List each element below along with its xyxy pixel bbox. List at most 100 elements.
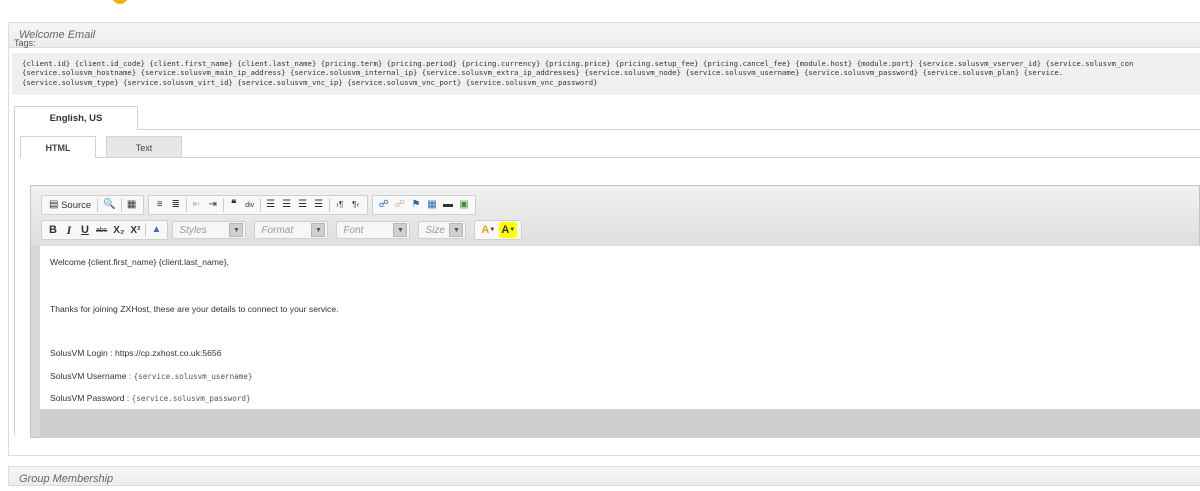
ltr-icon: ›¶ [336, 200, 344, 209]
chevron-down-icon: ▼ [509, 227, 516, 233]
username-tag: {service.solusvm_username} [133, 372, 253, 381]
chevron-down-icon: ▼ [393, 223, 408, 237]
size-combo[interactable]: Size ▼ [418, 221, 467, 239]
outdent-icon: ⇤ [192, 199, 201, 210]
toolbar-separator [222, 198, 224, 212]
superscript-button[interactable]: X² [128, 222, 142, 238]
text-color-label: A [481, 224, 490, 236]
toolbar-row-2: B I U abc X₂ X² ▲ Styles ▼ Format ▼ Font… [41, 220, 526, 240]
link-icon: ☍ [378, 199, 389, 210]
welcome-email-header: Welcome Email [9, 23, 1200, 48]
background-color-label: A [501, 224, 510, 236]
anchor-flag-icon: ⚑ [411, 199, 421, 210]
editor-toolbar: ▤ Source 🔍 ▦ ≡ ≣ ⇤ ⇥ ❝ div ☰ ☰ ☰ ☰ ›¶ ¶‹… [31, 186, 1199, 246]
toolbar-group-colors: A ▼ A ▼ [474, 220, 523, 240]
tab-english-us[interactable]: English, US [14, 106, 138, 130]
editor-content-area[interactable]: Welcome {client.first_name} {client.last… [40, 246, 1200, 409]
align-left-icon: ☰ [266, 199, 276, 210]
rtl-button[interactable]: ¶‹ [349, 197, 363, 213]
align-center-button[interactable]: ☰ [280, 197, 294, 213]
font-combo[interactable]: Font ▼ [336, 221, 411, 239]
unlink-button[interactable]: ☍ [393, 197, 407, 213]
templates-button[interactable]: ▦ [125, 197, 139, 213]
username-label: SolusVM Username : [50, 371, 134, 381]
toolbar-group-links: ☍ ☍ ⚑ ▦ ▬ ▣ [371, 195, 476, 215]
source-doc-icon: ▤ [49, 199, 59, 210]
password-tag: {service.solusvm_password} [131, 394, 251, 403]
chevron-down-icon: ▼ [489, 227, 496, 233]
format-combo[interactable]: Format ▼ [254, 221, 329, 239]
mode-tab-divider [96, 157, 1200, 158]
image-icon: ▣ [459, 199, 469, 210]
table-button[interactable]: ▦ [425, 197, 439, 213]
create-div-icon: div [245, 201, 255, 209]
source-button[interactable]: ▤ Source [46, 197, 94, 213]
editor-line-username: SolusVM Username : {service.solusvm_user… [50, 371, 252, 381]
horizontal-rule-button[interactable]: ▬ [441, 197, 455, 213]
chevron-down-icon: ▼ [311, 223, 326, 237]
indent-button[interactable]: ⇥ [206, 197, 220, 213]
tags-line: {service.solusvm_hostname} {service.solu… [22, 68, 1064, 78]
bulleted-list-button[interactable]: ≣ [169, 197, 183, 213]
toolbar-separator [328, 198, 330, 212]
toolbar-group-document: ▤ Source 🔍 ▦ [41, 195, 144, 215]
tags-line: {client.id} {client.id_code} {client.fir… [22, 59, 1134, 68]
numbered-list-icon: ≡ [156, 199, 163, 210]
styles-combo[interactable]: Styles ▼ [172, 221, 247, 239]
italic-button[interactable]: I [62, 222, 76, 238]
rich-text-editor: ▤ Source 🔍 ▦ ≡ ≣ ⇤ ⇥ ❝ div ☰ ☰ ☰ ☰ ›¶ ¶‹… [30, 185, 1200, 438]
justify-button[interactable]: ☰ [312, 197, 326, 213]
logo-fragment-icon [112, 0, 128, 4]
table-icon: ▦ [427, 199, 437, 210]
editor-line-thanks: Thanks for joining ZXHost, these are you… [50, 304, 339, 314]
indent-icon: ⇥ [208, 199, 217, 210]
language-panel-border [14, 130, 15, 435]
align-right-icon: ☰ [298, 199, 308, 210]
tab-text[interactable]: Text [106, 136, 182, 158]
create-div-button[interactable]: div [243, 197, 257, 213]
strikethrough-button[interactable]: abc [94, 222, 109, 238]
underline-button[interactable]: U [78, 222, 92, 238]
toolbar-separator [97, 198, 99, 212]
justify-icon: ☰ [314, 199, 324, 210]
align-right-button[interactable]: ☰ [296, 197, 310, 213]
outdent-button[interactable]: ⇤ [190, 197, 204, 213]
chevron-down-icon: ▼ [229, 223, 244, 237]
editor-line-login: SolusVM Login : https://cp.zxhost.co.uk:… [50, 348, 222, 358]
tab-html[interactable]: HTML [20, 136, 96, 158]
styles-combo-label: Styles [179, 224, 207, 236]
toolbar-separator [259, 198, 261, 212]
editor-line-greeting: Welcome {client.first_name} {client.last… [50, 257, 229, 267]
blockquote-icon: ❝ [230, 199, 237, 210]
font-combo-label: Font [343, 224, 364, 236]
align-left-button[interactable]: ☰ [264, 197, 278, 213]
blockquote-button[interactable]: ❝ [227, 197, 241, 213]
bold-button[interactable]: B [46, 222, 60, 238]
ltr-button[interactable]: ›¶ [333, 197, 347, 213]
toolbar-row-1: ▤ Source 🔍 ▦ ≡ ≣ ⇤ ⇥ ❝ div ☰ ☰ ☰ ☰ ›¶ ¶‹… [41, 195, 480, 215]
background-color-button[interactable]: A ▼ [499, 222, 518, 238]
anchor-button[interactable]: ⚑ [409, 197, 423, 213]
toolbar-group-paragraph: ≡ ≣ ⇤ ⇥ ❝ div ☰ ☰ ☰ ☰ ›¶ ¶‹ [147, 195, 368, 215]
tags-box: {client.id} {client.id_code} {client.fir… [12, 53, 1200, 95]
source-button-label: Source [61, 199, 92, 211]
horizontal-rule-icon: ▬ [442, 199, 453, 210]
numbered-list-button[interactable]: ≡ [153, 197, 167, 213]
unlink-icon: ☍ [394, 199, 405, 210]
toolbar-separator [185, 198, 187, 212]
text-color-button[interactable]: A ▼ [479, 222, 497, 238]
bulleted-list-icon: ≣ [171, 199, 180, 210]
subscript-button[interactable]: X₂ [111, 222, 126, 238]
templates-icon: ▦ [126, 199, 137, 210]
editor-line-password: SolusVM Password : {service.solusvm_pass… [50, 393, 251, 403]
editor-footer-bar [40, 409, 1200, 438]
image-button[interactable]: ▣ [457, 197, 471, 213]
eraser-icon: ▲ [151, 224, 162, 235]
top-strip [0, 0, 1200, 22]
preview-button[interactable]: 🔍 [101, 197, 117, 213]
remove-format-button[interactable]: ▲ [149, 222, 163, 238]
link-button[interactable]: ☍ [377, 197, 391, 213]
toolbar-group-basicstyles: B I U abc X₂ X² ▲ [41, 220, 169, 240]
rtl-icon: ¶‹ [352, 200, 360, 209]
tags-line: {service.solusvm_type} {service.solusvm_… [22, 77, 598, 87]
